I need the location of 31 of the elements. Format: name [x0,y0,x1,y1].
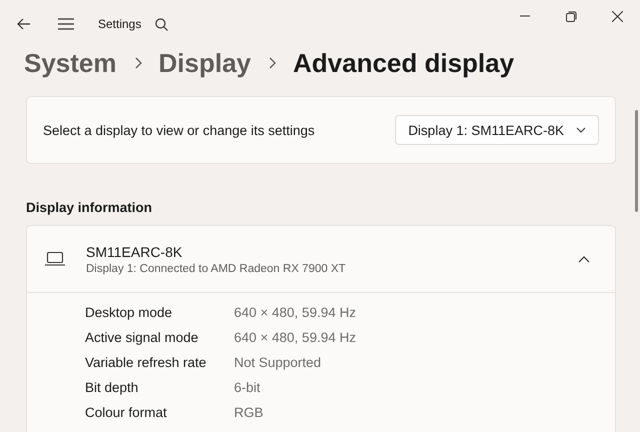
info-label: Variable refresh rate [85,354,208,372]
chevron-up-icon [578,256,590,262]
chevron-down-icon [576,127,586,133]
search-icon[interactable] [155,18,168,30]
breadcrumb-item: Advanced display [293,48,514,78]
info-value: 640 × 480, 59.94 Hz [234,329,357,347]
info-label: Bit depth [85,379,140,397]
info-label: Colour format [85,404,168,422]
display-subtitle: Display 1: Connected to AMD Radeon RX 7900 XT [86,262,346,274]
restore-icon [566,10,576,22]
info-value: Not Supported [234,354,322,372]
close-icon [612,10,622,22]
back-arrow-icon [17,18,31,30]
breadcrumb-item[interactable]: Display [158,48,251,78]
info-label: Desktop mode [85,304,174,322]
info-label: Active signal mode [85,329,200,347]
breadcrumb-item[interactable]: System [24,48,116,78]
menu-icon [58,18,74,30]
chevron-right-icon [267,57,277,69]
laptop-icon [45,252,65,266]
display-name: SM11EARC-8K [86,244,184,260]
minimize-icon [520,15,530,17]
window-title: Settings [98,17,142,31]
scrollbar[interactable] [635,110,638,212]
display-dropdown[interactable]: Display 1: SM11EARC-8K [395,115,599,145]
info-value: 640 × 480, 59.94 Hz [234,304,357,322]
chevron-right-icon [132,57,142,69]
setting-label: Select a display to view or change its settings [43,122,315,138]
info-value: 6-bit [234,379,262,397]
info-value: RGB [234,404,264,422]
section-heading: Display information [26,200,154,215]
